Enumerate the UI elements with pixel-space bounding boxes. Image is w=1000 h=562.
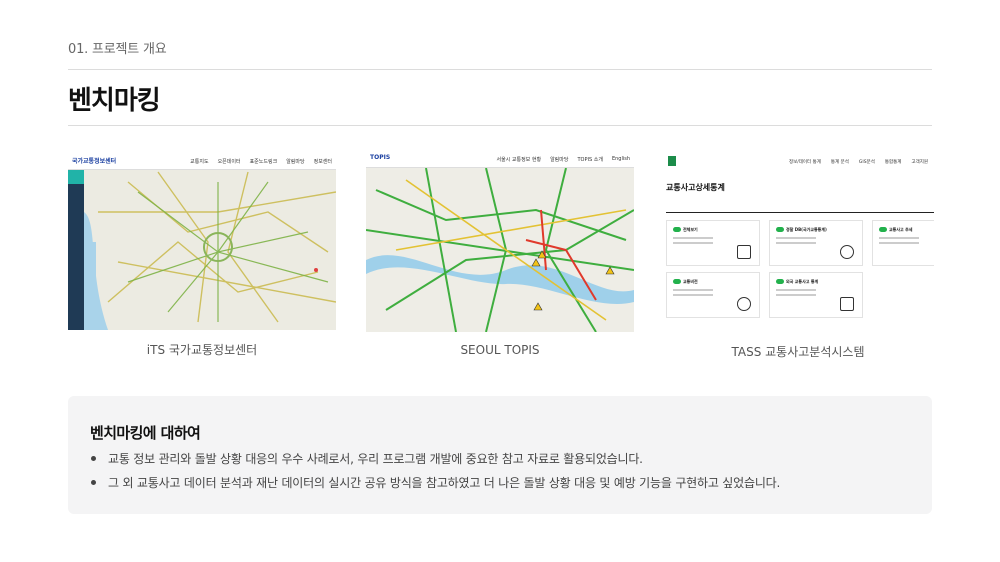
list-item: 교통 정보 관리와 돌발 상황 대응의 우수 사례로서, 우리 프로그램 개발에…: [90, 452, 780, 476]
tass-heading: 교통사고상세통계: [666, 183, 725, 192]
topis-brand: TOPIS: [370, 154, 391, 161]
tass-card-line: [879, 237, 919, 239]
tass-card: 교통사고 추세: [872, 220, 934, 266]
info-list: 교통 정보 관리와 돌발 상황 대응의 우수 사례로서, 우리 프로그램 개발에…: [90, 452, 780, 500]
its-nav: 교통지도 오픈데이터 표준노드링크 알림마당 정보센터: [190, 158, 332, 165]
tass-nav: 정보/데이터 통계 통계 분석 GIS분석 통합통계 고객지원: [789, 159, 928, 165]
bullet-icon: [91, 480, 96, 485]
tass-card-line: [776, 237, 816, 239]
tass-card-line: [673, 242, 713, 244]
tass-card-title: 외국 교통사고 통계: [786, 279, 819, 284]
tass-page: 정보/데이터 통계 통계 분석 GIS분석 통합통계 고객지원 교통사고상세통계…: [666, 152, 934, 330]
topis-caption: SEOUL TOPIS: [460, 343, 540, 357]
tass-card-line: [776, 289, 816, 291]
list-item-text: 그 외 교통사고 데이터 분석과 재난 데이터의 실시간 공유 방식을 참고하였…: [108, 476, 781, 490]
benchmark-info-box: 벤치마킹에 대하여 교통 정보 관리와 돌발 상황 대응의 우수 사례로서, 우…: [68, 396, 932, 514]
info-title: 벤치마킹에 대하여: [90, 424, 201, 442]
list-item-text: 교통 정보 관리와 돌발 상황 대응의 우수 사례로서, 우리 프로그램 개발에…: [108, 452, 643, 466]
tass-card-dot: [776, 227, 784, 232]
tass-card-line: [776, 294, 816, 296]
its-caption: iTS 국가교통정보센터: [146, 343, 258, 357]
tass-card-dot: [673, 227, 681, 232]
topis-nav: 서울시 교통정보 현황 알림마당 TOPIS 소개 English: [496, 156, 630, 163]
tass-screenshot: 정보/데이터 통계 통계 분석 GIS분석 통합통계 고객지원 교통사고상세통계…: [666, 152, 934, 330]
tass-card-line: [673, 294, 713, 296]
tass-card-line: [776, 242, 816, 244]
tass-nav-item: 통합통계: [884, 160, 902, 165]
tass-card-line: [673, 289, 713, 291]
topis-nav-item: English: [611, 156, 630, 162]
tass-card-title: 경찰 DB(국가교통통계): [786, 227, 827, 232]
gear-icon: [737, 297, 751, 311]
page-title: 벤치마킹: [68, 86, 161, 116]
topis-nav-item: 서울시 교통정보 현황: [496, 157, 542, 163]
tass-logo: [668, 156, 676, 166]
tass-card-dot: [776, 279, 784, 284]
its-map: [68, 152, 336, 330]
monitor-icon: [737, 245, 751, 259]
tass-card: 교통비전: [666, 272, 760, 318]
tass-card: 외국 교통사고 통계: [769, 272, 863, 318]
its-nav-item: 교통지도: [190, 159, 209, 165]
its-nav-item: 오픈데이터: [217, 159, 241, 165]
its-nav-item: 정보센터: [313, 159, 332, 165]
its-screenshot: 국가교통정보센터 교통지도 오픈데이터 표준노드링크 알림마당 정보센터: [68, 152, 336, 330]
its-sidebar: [68, 170, 84, 330]
tass-card-line: [673, 237, 713, 239]
tass-card-title: 교통사고 추세: [889, 227, 913, 232]
tass-nav-item: 통계 분석: [830, 160, 849, 165]
tass-nav-item: 정보/데이터 통계: [788, 160, 821, 165]
tass-card-line: [879, 242, 919, 244]
bullet-icon: [91, 456, 96, 461]
its-nav-item: 표준노드링크: [249, 159, 278, 165]
tass-card: 경찰 DB(국가교통통계): [769, 220, 863, 266]
globe-icon: [840, 297, 854, 311]
tass-card: 전체보기: [666, 220, 760, 266]
its-brand: 국가교통정보센터: [72, 158, 117, 165]
tass-card-dot: [879, 227, 887, 232]
topis-topbar: TOPIS 서울시 교통정보 현황 알림마당 TOPIS 소개 English: [366, 150, 634, 168]
its-nav-item: 알림마당: [286, 159, 305, 165]
topis-nav-item: 알림마당: [550, 157, 569, 163]
tass-card-title: 전체보기: [683, 227, 698, 232]
tass-divider: [666, 212, 934, 213]
top-divider: [68, 69, 932, 70]
topis-nav-item: TOPIS 소개: [577, 157, 603, 163]
police-emblem-icon: [840, 245, 854, 259]
list-item: 그 외 교통사고 데이터 분석과 재난 데이터의 실시간 공유 방식을 참고하였…: [90, 476, 780, 500]
tass-nav-item: 고객지원: [911, 160, 928, 165]
section-label: 01. 프로젝트 개요: [68, 42, 167, 57]
topis-screenshot: TOPIS 서울시 교통정보 현황 알림마당 TOPIS 소개 English: [366, 150, 634, 332]
tass-caption: TASS 교통사고분석시스템: [731, 345, 865, 359]
tass-card-title: 교통비전: [683, 279, 698, 284]
topis-map: [366, 150, 634, 332]
its-topbar: 국가교통정보센터 교통지도 오픈데이터 표준노드링크 알림마당 정보센터: [68, 152, 336, 170]
title-divider: [68, 125, 932, 126]
its-sidebar-active: [68, 170, 84, 184]
tass-nav-item: GIS분석: [858, 160, 875, 165]
tass-card-dot: [673, 279, 681, 284]
